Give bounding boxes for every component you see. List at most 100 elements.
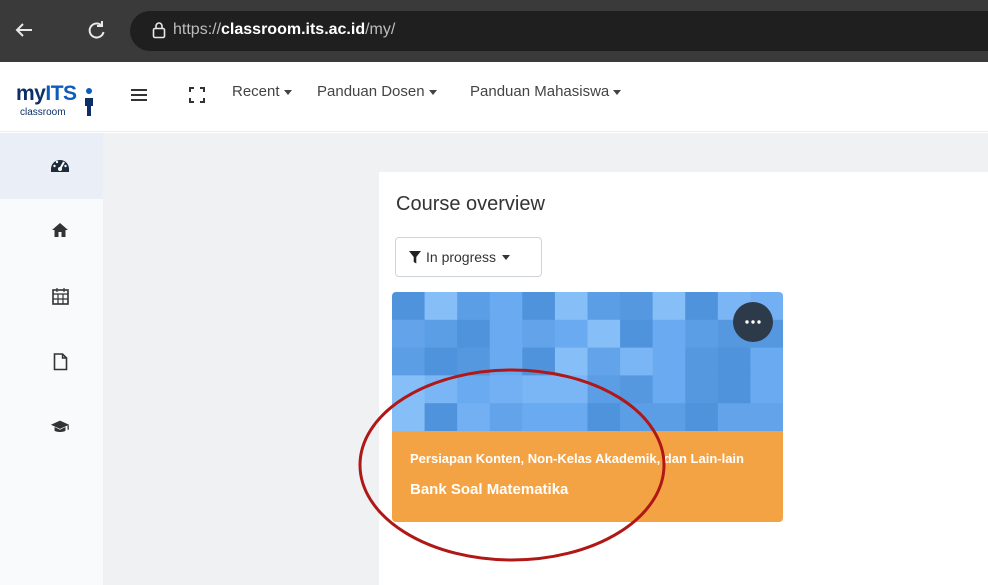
pattern-tile — [489, 403, 523, 431]
filter-icon — [409, 250, 421, 263]
pattern-tile — [554, 319, 588, 349]
pattern-tile — [685, 403, 719, 431]
pattern-tile — [685, 347, 719, 376]
pattern-tile — [424, 347, 458, 376]
pattern-tile — [489, 375, 523, 404]
course-footer — [392, 431, 783, 522]
pattern-tile — [685, 319, 719, 349]
url-text: https://classroom.its.ac.id/my/ — [173, 21, 395, 39]
url-path: /my/ — [365, 21, 396, 38]
dashboard-icon[interactable] — [50, 154, 70, 174]
pattern-tile — [392, 319, 426, 349]
pattern-tile — [685, 292, 719, 321]
course-card[interactable]: Persiapan Konten, Non-Kelas Akademik, da… — [392, 292, 783, 522]
pattern-tile — [652, 319, 686, 349]
logo-my: my — [16, 82, 46, 105]
pattern-tile — [587, 347, 621, 376]
caret-down-icon — [613, 89, 622, 95]
pattern-tile — [587, 375, 621, 404]
url-host: classroom.its.ac.id — [221, 21, 366, 38]
pattern-tile — [750, 403, 783, 431]
caret-down-icon — [502, 254, 511, 260]
course-image-pattern — [392, 292, 783, 431]
pattern-tile — [522, 319, 556, 349]
caret-down-icon — [428, 89, 437, 95]
logo-sub: classroom — [20, 107, 66, 118]
pattern-tile — [522, 292, 556, 321]
pattern-tile — [554, 403, 588, 431]
page-title: Course overview — [396, 193, 545, 215]
arrow-left-icon — [15, 23, 32, 37]
pattern-tile — [554, 292, 588, 321]
pattern-tile — [717, 403, 751, 431]
back-button[interactable] — [10, 16, 38, 44]
pattern-tile — [424, 403, 458, 431]
logo-its: ITS — [45, 82, 77, 105]
pattern-tile — [652, 403, 686, 431]
pattern-tile — [457, 403, 491, 431]
pattern-tile — [392, 403, 426, 431]
pattern-tile — [489, 347, 523, 376]
hamburger-icon — [131, 89, 147, 101]
pattern-tile — [620, 403, 654, 431]
pattern-tile — [587, 319, 621, 349]
expand-icon — [189, 87, 205, 103]
pattern-tile — [717, 375, 751, 404]
pattern-tile — [522, 347, 556, 376]
lock-icon — [152, 21, 166, 44]
pattern-tile — [457, 375, 491, 404]
pattern-tile — [489, 292, 523, 321]
pattern-tile — [620, 347, 654, 376]
course-name-link[interactable]: Bank Soal Matematika — [410, 481, 568, 498]
browser-toolbar: https://classroom.its.ac.id/my/ — [0, 0, 988, 62]
nav-panduan-dosen-label: Panduan Dosen — [317, 83, 425, 100]
pattern-tile — [750, 375, 783, 404]
course-category: Persiapan Konten, Non-Kelas Akademik, da… — [410, 451, 744, 466]
pattern-tile — [457, 347, 491, 376]
nav-panduan-mahasiswa-label: Panduan Mahasiswa — [470, 83, 610, 100]
pattern-tile — [424, 319, 458, 349]
fullscreen-button[interactable] — [186, 84, 208, 106]
pattern-tile — [424, 292, 458, 321]
address-bar[interactable]: https://classroom.its.ac.id/my/ — [130, 11, 988, 51]
pattern-tile — [522, 375, 556, 404]
home-icon[interactable] — [50, 220, 70, 240]
menu-toggle-button[interactable] — [128, 84, 150, 106]
nav-recent-label: Recent — [232, 83, 280, 100]
course-actions-button[interactable] — [733, 302, 773, 342]
nav-panduan-dosen[interactable]: Panduan Dosen — [317, 83, 437, 100]
pattern-tile — [489, 319, 523, 349]
person-mark-icon — [85, 88, 93, 116]
graduation-cap-icon[interactable] — [50, 417, 70, 437]
url-prefix: https:// — [173, 21, 222, 38]
pattern-tile — [620, 375, 654, 404]
more-icon — [745, 320, 761, 324]
pattern-tile — [587, 403, 621, 431]
pattern-tile — [717, 347, 751, 376]
pattern-tile — [457, 319, 491, 349]
pattern-tile — [392, 292, 426, 321]
pattern-tile — [457, 292, 491, 321]
caret-down-icon — [283, 89, 292, 95]
course-filter-dropdown[interactable]: In progress — [395, 237, 542, 277]
nav-panduan-mahasiswa[interactable]: Panduan Mahasiswa — [470, 83, 622, 100]
pattern-tile — [750, 347, 783, 376]
pattern-tile — [620, 292, 654, 321]
pattern-tile — [522, 403, 556, 431]
reload-icon — [88, 21, 105, 39]
calendar-icon[interactable] — [50, 286, 70, 306]
pattern-tile — [652, 375, 686, 404]
pattern-tile — [554, 347, 588, 376]
pattern-tile — [392, 375, 426, 404]
pattern-tile — [685, 375, 719, 404]
pattern-tile — [424, 375, 458, 404]
pattern-tile — [392, 347, 426, 376]
pattern-tile — [652, 292, 686, 321]
myits-classroom-logo[interactable]: myITS classroom — [16, 82, 96, 122]
pattern-tile — [620, 319, 654, 349]
pattern-tile — [587, 292, 621, 321]
pattern-tile — [652, 347, 686, 376]
reload-button[interactable] — [82, 16, 110, 44]
nav-recent[interactable]: Recent — [232, 83, 292, 100]
file-icon[interactable] — [50, 352, 70, 372]
